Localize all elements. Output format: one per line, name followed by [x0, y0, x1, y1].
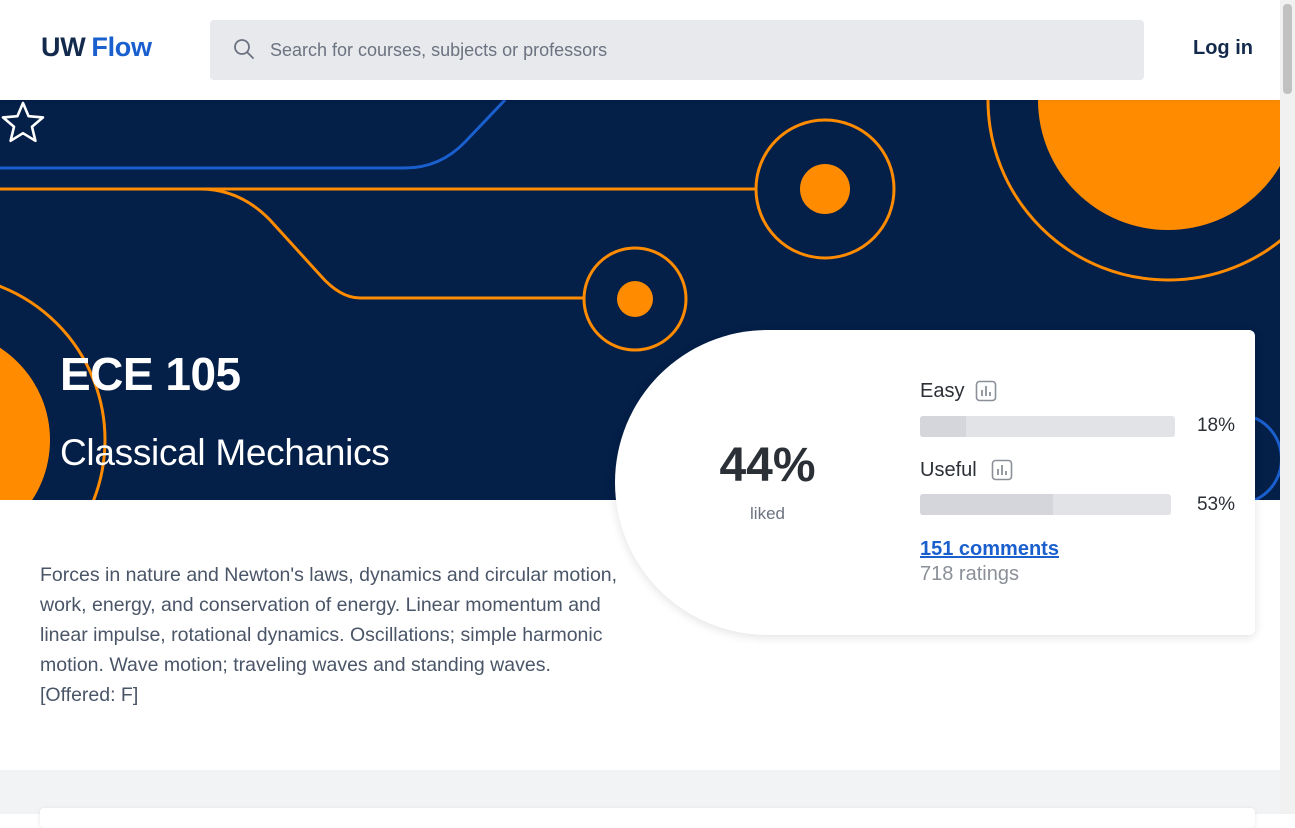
useful-bar-fill	[920, 494, 1054, 515]
search-bar[interactable]	[210, 20, 1144, 80]
search-icon	[234, 39, 254, 59]
liked-percentage: 44%	[719, 439, 816, 492]
top-nav: UWFlow Log in	[0, 0, 1280, 100]
useful-label: Useful	[920, 459, 977, 481]
course-code: ECE 105	[60, 348, 241, 400]
easy-bar	[920, 416, 1175, 437]
useful-bar	[920, 494, 1171, 515]
course-name: Classical Mechanics	[60, 432, 390, 473]
bar-chart-icon[interactable]	[975, 380, 997, 402]
course-description: Forces in nature and Newton's laws, dyna…	[40, 564, 618, 706]
page-scrollbar[interactable]	[1280, 0, 1295, 814]
easy-label: Easy	[920, 380, 965, 402]
logo-uw: UW	[41, 32, 86, 62]
login-button[interactable]: Log in	[1193, 37, 1253, 60]
comments-link[interactable]: 151 comments	[920, 538, 1059, 561]
section-card	[40, 808, 1255, 828]
useful-value: 53%	[1196, 494, 1235, 515]
bar-chart-icon[interactable]	[991, 459, 1013, 481]
rating-card: 44% liked Easy 18% Useful 53% 151 commen…	[615, 330, 1255, 635]
logo[interactable]: UW Flow	[41, 32, 152, 63]
scrollbar-thumb[interactable]	[1283, 4, 1292, 94]
liked-label: liked	[750, 504, 785, 523]
search-input[interactable]	[270, 20, 1130, 80]
course-sections-area	[0, 770, 1280, 828]
easy-bar-fill	[920, 416, 966, 437]
ratings-count: 718 ratings	[920, 563, 1019, 585]
logo-flow: Flow	[91, 32, 152, 62]
easy-value: 18%	[1196, 415, 1235, 436]
star-icon[interactable]	[0, 100, 46, 144]
